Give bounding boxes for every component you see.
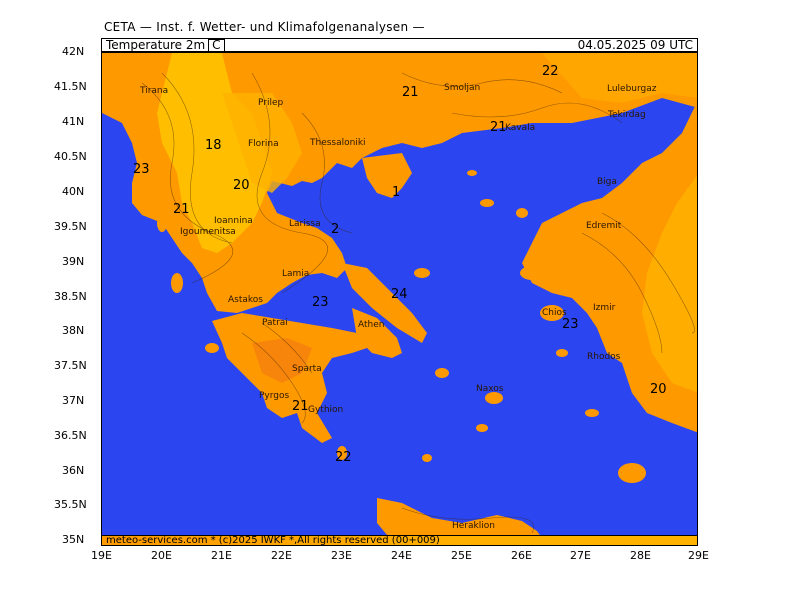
- contour-label: 21: [402, 85, 419, 100]
- city-label: Biga: [597, 177, 617, 187]
- island-skyros: [414, 268, 430, 278]
- unit-box: C: [208, 39, 225, 52]
- city-label: Athen: [358, 320, 384, 330]
- contour-label: 20: [233, 178, 250, 193]
- city-label: Pyrgos: [259, 391, 290, 401]
- lon-label: 27E: [570, 549, 591, 562]
- city-label: Sparta: [292, 364, 322, 374]
- contour-label: 23: [312, 295, 329, 310]
- city-label: Naxos: [476, 384, 504, 394]
- lat-label: 37.5N: [54, 359, 87, 372]
- lon-label: 19E: [91, 549, 112, 562]
- lon-label: 28E: [630, 549, 651, 562]
- lat-label: 42N: [62, 45, 85, 58]
- island-syros: [435, 368, 449, 378]
- island-lesvos: [520, 266, 544, 280]
- map-title-bar: Temperature 2m C 04.05.2025 09 UTC: [101, 38, 698, 52]
- city-label: Heraklion: [452, 521, 495, 531]
- island-zakynthos: [205, 343, 219, 353]
- city-label: Gythion: [308, 405, 343, 415]
- contour-label: 23: [133, 162, 150, 177]
- lon-label: 23E: [331, 549, 352, 562]
- city-label: Thessaloniki: [309, 138, 366, 148]
- contour-label: 21: [292, 399, 309, 414]
- contour-label: 18: [205, 138, 222, 153]
- island-samothraki: [467, 170, 477, 176]
- city-label: Edremit: [586, 221, 622, 231]
- city-label: Smoljan: [444, 83, 480, 93]
- city-label: Patrai: [262, 318, 288, 328]
- island-santorini: [476, 424, 488, 432]
- lat-label: 38.5N: [54, 290, 87, 303]
- city-label: Igoumenitsa: [180, 227, 236, 237]
- contour-label: 20: [650, 382, 667, 397]
- lat-label: 39.5N: [54, 220, 87, 233]
- lon-label: 20E: [151, 549, 172, 562]
- contour-label: 22: [542, 64, 559, 79]
- lat-label: 37N: [62, 394, 85, 407]
- chart-header-title: CETA — Inst. f. Wetter- und Klimafolgena…: [104, 20, 425, 34]
- island-thasos: [480, 199, 494, 207]
- copyright-text: meteo-services.com * (c)2025 IWKF *,All …: [106, 535, 440, 546]
- lat-label: 35.5N: [54, 498, 87, 511]
- contour-label: 21: [173, 202, 190, 217]
- city-label: Tekirdag: [607, 110, 646, 120]
- lat-label: 41N: [62, 115, 85, 128]
- island-rhodos: [618, 463, 646, 483]
- lon-label: 26E: [511, 549, 532, 562]
- city-label: Tirana: [139, 86, 168, 96]
- island-corfu: [157, 214, 167, 232]
- map-frame: 22 21 21 18 23 20 21 2 24 23 21 20 22 23…: [101, 52, 698, 540]
- island-kefalonia: [171, 273, 183, 293]
- lat-label: 41.5N: [54, 80, 87, 93]
- city-label: Larissa: [289, 219, 321, 229]
- city-label: Florina: [248, 139, 279, 149]
- contour-label: 22: [335, 450, 352, 465]
- contour-label: 24: [391, 287, 408, 302]
- lat-label: 39N: [62, 255, 85, 268]
- lon-label: 29E: [688, 549, 709, 562]
- lon-label: 24E: [391, 549, 412, 562]
- island-samos: [556, 349, 568, 357]
- lat-label: 36N: [62, 464, 85, 477]
- city-label: Astakos: [228, 295, 263, 305]
- lon-label: 21E: [211, 549, 232, 562]
- parameter-label: Temperature 2m C: [106, 38, 225, 52]
- city-label: Ioannina: [214, 216, 253, 226]
- lon-label: 22E: [271, 549, 292, 562]
- city-label: Lamia: [282, 269, 309, 279]
- city-label: Prilep: [258, 98, 284, 108]
- valid-time: 04.05.2025 09 UTC: [577, 38, 693, 52]
- contour-label: 1: [392, 185, 400, 200]
- city-label: Luleburgaz: [607, 84, 657, 94]
- island-limnos: [516, 208, 528, 218]
- city-label: Izmir: [593, 303, 616, 313]
- footer-bar: meteo-services.com * (c)2025 IWKF *,All …: [101, 535, 698, 546]
- temperature-map: 22 21 21 18 23 20 21 2 24 23 21 20 22 23…: [102, 53, 697, 539]
- city-label: Rhodos: [587, 352, 621, 362]
- city-label: Kavala: [505, 123, 535, 133]
- lon-label: 25E: [451, 549, 472, 562]
- contour-label: 23: [562, 317, 579, 332]
- city-label: Chios: [542, 308, 567, 318]
- lat-label: 36.5N: [54, 429, 87, 442]
- lat-label: 40N: [62, 185, 85, 198]
- contour-label: 2: [331, 222, 339, 237]
- lat-label: 35N: [62, 533, 85, 546]
- lat-label: 38N: [62, 324, 85, 337]
- island-kos: [585, 409, 599, 417]
- island-milos: [422, 454, 432, 462]
- lat-label: 40.5N: [54, 150, 87, 163]
